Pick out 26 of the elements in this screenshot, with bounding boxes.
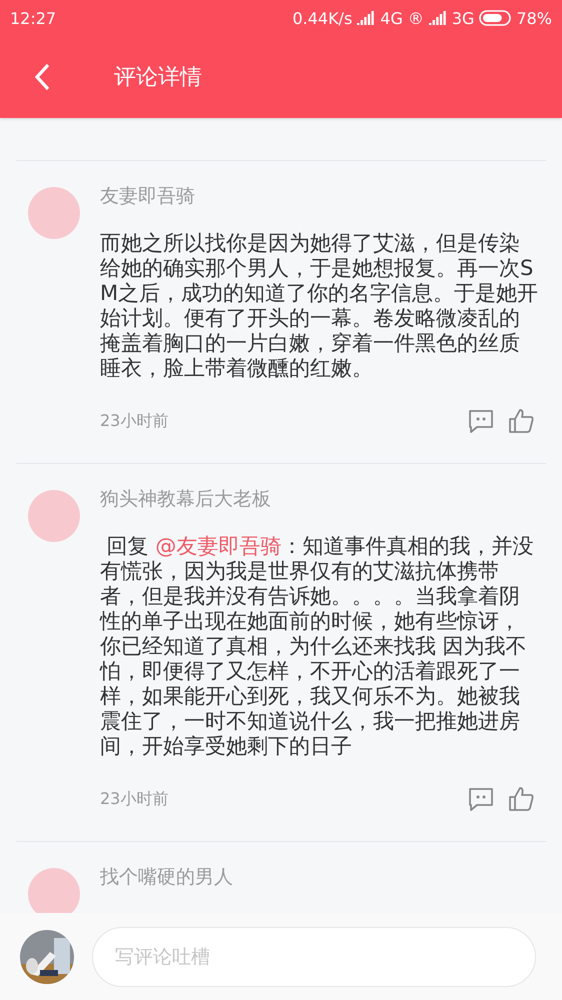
network-type: 3G — [452, 8, 474, 28]
timestamp: 23小时前 — [100, 788, 170, 810]
comment-text: 而她之所以找你是因为她得了艾滋，但是传染给她的确实那个男人，于是她想报复。再一次SM之后，成功的知道了你的名字信息。于是她开始计划。便有了开头的一幕。卷发略微凌乱的掩盖着胸口的一片白嫩，穿着一件黑色的丝质睡衣，脸上带着微醺的红嫩。 — [100, 231, 540, 381]
comment-icon[interactable] — [468, 786, 494, 812]
thumbs-up-icon[interactable] — [508, 786, 534, 812]
username: 友妻即吾骑 — [100, 184, 196, 209]
mention-link[interactable]: @友妻即吾骑 — [155, 534, 282, 558]
signal-icon — [428, 11, 447, 25]
battery-percent: 78% — [516, 8, 552, 28]
avatar — [28, 490, 80, 542]
network-type: 4G — [380, 8, 403, 28]
avatar — [28, 868, 80, 913]
comment-text: 回复 @友妻即吾骑：知道事件真相的我，并没有慌张，因为我是世界仅有的艾滋抗体携带者，但是我并没有告诉她。。。。当我拿着阴性的单子出现在她面前的时候，她有些惊讶，你已经知道了真相，为什么还来找我 因为我不怕，即便得了又怎样，不开心的活着跟死了一样，如果能开心到死，我又何乐不为。她被我震住了，一时不知道说什么，我一把推她进房间，开始享受她剩下的日子 — [100, 534, 534, 759]
roaming-indicator: ® — [408, 8, 424, 28]
page-title: 评论详情 — [114, 64, 202, 92]
battery-icon — [479, 10, 512, 26]
timestamp: 23小时前 — [100, 410, 170, 432]
username: 找个嘴硬的男人 — [100, 865, 234, 890]
signal-icon — [357, 11, 376, 25]
username: 狗头神教幕后大老板 — [100, 487, 272, 512]
network-speed: 0.44K/s — [292, 8, 352, 28]
comment-icon[interactable] — [468, 408, 494, 434]
clock: 12:27 — [10, 8, 56, 28]
thumbs-up-icon[interactable] — [508, 408, 534, 434]
comment-input[interactable]: 写评论吐槽 — [92, 926, 536, 986]
avatar — [28, 187, 80, 239]
